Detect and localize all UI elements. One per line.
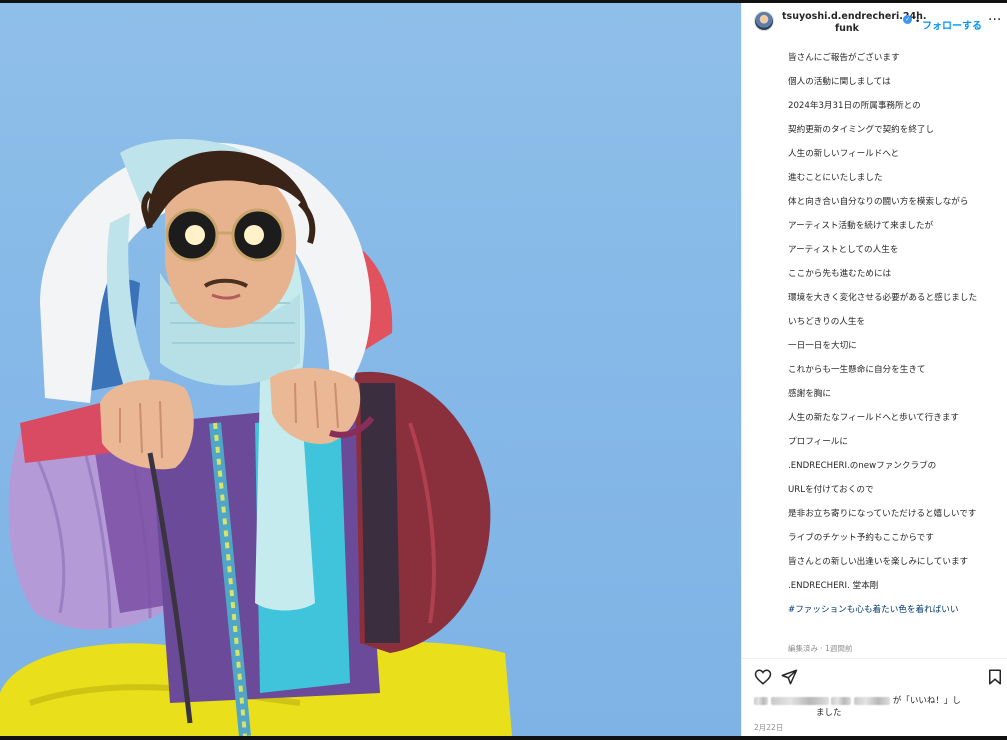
action-bar	[742, 665, 1007, 691]
caption-line: いちどきりの人生を	[788, 317, 866, 327]
username-line2: funk	[835, 23, 859, 34]
divider	[742, 658, 1007, 659]
caption-line: 人生の新しいフィールドへと	[788, 149, 900, 159]
post-photo[interactable]	[0, 3, 741, 736]
liker-name-blurred	[831, 696, 852, 705]
follow-button[interactable]: フォローする	[922, 17, 982, 32]
username[interactable]: tsuyoshi.d.endrecheri.24h. funk	[782, 11, 927, 35]
hashtag-link[interactable]: #ファッションも心も着たい色を着ればいい	[788, 604, 988, 616]
caption-line: .ENDRECHERI.のnewファンクラブの	[788, 461, 937, 471]
likes-text-line2: ました	[816, 708, 842, 718]
caption-line: 是非お立ち寄りになっていただけると嬉しいです	[788, 509, 977, 519]
caption-line: 人生の新たなフィールドへと歩いて行きます	[788, 413, 960, 423]
liker-avatar-blurred	[754, 696, 768, 705]
caption-line: プロフィールに	[788, 437, 848, 447]
edited-meta: 編集済み · 1週間前	[788, 644, 853, 653]
liker-name-blurred	[770, 696, 829, 705]
post-caption: 皆さんにご報告がございます 個人の活動に関しましては 2024年3月31日の所属…	[788, 52, 988, 618]
verified-badge-icon: ✓	[903, 15, 912, 24]
caption-line: 進むことにいたしました	[788, 173, 883, 183]
caption-line: これからも一生懸命に自分を生きて	[788, 365, 926, 375]
caption-line: URLを付けておくので	[788, 485, 874, 495]
caption-line: ライブのチケット予約もここからです	[788, 533, 934, 543]
heart-icon[interactable]	[754, 668, 772, 686]
likes-summary[interactable]: が「いいね！」し ました	[754, 695, 1004, 719]
caption-line: アーティスト活動を続けて来ましたが	[788, 221, 934, 231]
caption-line: ここから先も進むためには	[788, 269, 892, 279]
caption-line: 皆さんにご報告がございます	[788, 53, 900, 63]
bottom-edge	[0, 736, 1007, 740]
caption-line: .ENDRECHERI. 堂本剛	[788, 581, 879, 591]
post-header: tsuyoshi.d.endrecheri.24h. funk ✓ • フォロー…	[742, 3, 1007, 43]
portrait-illustration	[0, 139, 512, 736]
post-date[interactable]: 2月22日	[754, 722, 783, 733]
avatar[interactable]	[754, 11, 774, 31]
caption-line: アーティストとしての人生を	[788, 245, 899, 255]
likes-text: が「いいね！」し	[892, 696, 961, 706]
send-icon[interactable]	[780, 668, 798, 686]
caption-line: 2024年3月31日の所属事務所との	[788, 101, 921, 111]
more-options-icon[interactable]: ···	[988, 12, 1001, 28]
caption-line: 皆さんとの新しい出逢いを楽しみにしています	[788, 557, 969, 567]
bookmark-icon[interactable]	[986, 668, 1004, 686]
caption-line: 一日一日を大切に	[788, 341, 857, 351]
caption-line: 感謝を胸に	[788, 389, 831, 399]
caption-line: 体と向き合い自分なりの闘い方を模索しながら	[788, 197, 969, 207]
username-line1: tsuyoshi.d.endrecheri.24h.	[782, 11, 927, 22]
caption-line: 契約更新のタイミングで契約を終了し	[788, 125, 935, 135]
post-details-panel: tsuyoshi.d.endrecheri.24h. funk ✓ • フォロー…	[741, 3, 1007, 736]
caption-line: 環境を大きく変化させる必要があると感じました	[788, 293, 978, 303]
instagram-post-window: tsuyoshi.d.endrecheri.24h. funk ✓ • フォロー…	[0, 0, 1007, 740]
liker-name-blurred	[854, 696, 891, 705]
caption-line: 個人の活動に関しましては	[788, 77, 891, 87]
separator-dot: •	[915, 17, 921, 27]
